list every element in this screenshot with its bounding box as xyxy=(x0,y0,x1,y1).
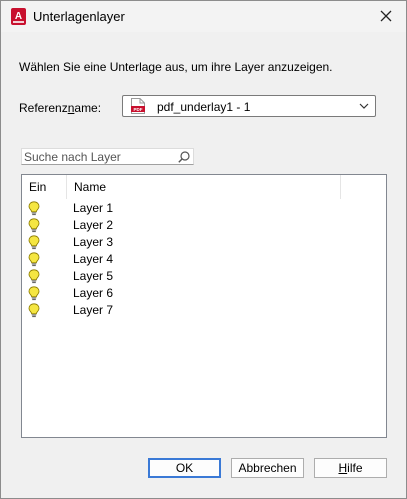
chevron-down-icon xyxy=(359,103,369,109)
dialog-window: A Unterlagenlayer Wählen Sie eine Unterl… xyxy=(0,0,407,499)
layer-name: Layer 6 xyxy=(73,286,114,300)
table-row[interactable]: Layer 4 xyxy=(22,251,386,268)
lightbulb-on-icon[interactable] xyxy=(28,201,40,216)
list-header: Ein Name xyxy=(22,175,386,199)
reference-name-value: pdf_underlay1 - 1 xyxy=(157,100,251,114)
window-title: Unterlagenlayer xyxy=(33,9,125,24)
search-box xyxy=(21,148,194,165)
autocad-app-icon: A xyxy=(11,8,26,25)
table-row[interactable]: Layer 6 xyxy=(22,285,386,302)
lightbulb-on-icon[interactable] xyxy=(28,235,40,250)
help-button[interactable]: Hilfe xyxy=(314,458,387,478)
svg-text:PDF: PDF xyxy=(134,107,143,112)
layer-list[interactable]: Ein Name Layer 1 Layer 2 Layer 3 Layer 4 Lay… xyxy=(21,174,387,438)
column-header-on[interactable]: Ein xyxy=(22,175,67,199)
layer-name: Layer 4 xyxy=(73,252,114,266)
lightbulb-on-icon[interactable] xyxy=(28,303,40,318)
column-header-name[interactable]: Name xyxy=(67,175,341,199)
table-row[interactable]: Layer 1 xyxy=(22,200,386,217)
search-input[interactable] xyxy=(24,149,174,164)
lightbulb-on-icon[interactable] xyxy=(28,252,40,267)
ok-button[interactable]: OK xyxy=(148,458,221,478)
title-bar: A Unterlagenlayer xyxy=(1,1,406,32)
reference-name-label: Referenzname: xyxy=(19,101,102,115)
layer-name: Layer 7 xyxy=(73,303,114,317)
table-row[interactable]: Layer 3 xyxy=(22,234,386,251)
layer-name: Layer 1 xyxy=(73,201,114,215)
layer-name: Layer 5 xyxy=(73,269,114,283)
reference-name-dropdown[interactable]: PDF pdf_underlay1 - 1 xyxy=(122,95,376,117)
layer-name: Layer 3 xyxy=(73,235,114,249)
svg-text:A: A xyxy=(15,11,22,22)
instruction-text: Wählen Sie eine Unterlage aus, um ihre L… xyxy=(19,60,333,74)
table-row[interactable]: Layer 2 xyxy=(22,217,386,234)
search-icon[interactable] xyxy=(178,151,190,163)
pdf-file-icon: PDF xyxy=(131,98,145,114)
table-row[interactable]: Layer 7 xyxy=(22,302,386,319)
close-button[interactable] xyxy=(373,4,399,28)
cancel-button[interactable]: Abbrechen xyxy=(231,458,304,478)
close-icon xyxy=(380,10,392,22)
lightbulb-on-icon[interactable] xyxy=(28,269,40,284)
lightbulb-on-icon[interactable] xyxy=(28,286,40,301)
table-row[interactable]: Layer 5 xyxy=(22,268,386,285)
layer-name: Layer 2 xyxy=(73,218,114,232)
lightbulb-on-icon[interactable] xyxy=(28,218,40,233)
